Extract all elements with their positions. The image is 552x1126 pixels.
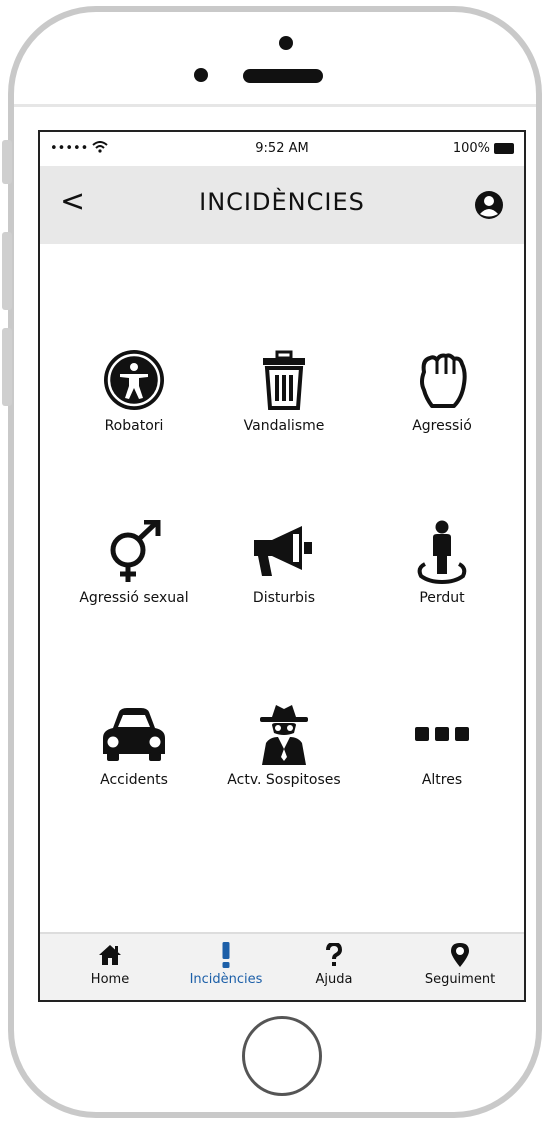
camera	[279, 36, 293, 50]
page-title: INCIDÈNCIES	[199, 188, 365, 216]
mute-switch	[2, 140, 12, 184]
category-agressio[interactable]: Agressió	[362, 348, 522, 434]
gender-icon	[110, 520, 161, 582]
tab-ajuda[interactable]: Ajuda	[284, 942, 384, 987]
person-location-icon	[417, 520, 467, 584]
category-label: Perdut	[419, 590, 465, 606]
status-bar: ••••• 9:52 AM 100%	[40, 132, 524, 166]
battery-indicator: 100%	[453, 141, 514, 156]
home-icon	[99, 945, 121, 965]
category-label: Disturbis	[252, 590, 316, 606]
exclamation-icon	[222, 942, 230, 968]
tab-seguiment[interactable]: Seguiment	[410, 942, 510, 987]
category-label: Agressió	[412, 418, 472, 434]
megaphone-icon	[254, 526, 312, 576]
category-perdut[interactable]: Perdut	[362, 520, 522, 606]
phone-bezel-line	[14, 104, 536, 107]
accessibility-icon	[104, 350, 164, 410]
volume-down-button	[2, 328, 12, 406]
speaker	[243, 69, 323, 83]
category-label: Accidents	[100, 772, 168, 788]
spy-icon	[260, 705, 308, 765]
app-header: < INCIDÈNCIES	[40, 166, 524, 244]
question-icon	[326, 943, 342, 966]
car-icon	[103, 708, 165, 761]
user-profile-icon[interactable]	[474, 190, 504, 220]
category-label: Altres	[421, 772, 463, 788]
category-agressio-sexual[interactable]: Agressió sexual	[54, 520, 214, 606]
tab-incidencies[interactable]: Incidències	[176, 942, 276, 987]
category-label: Robatori	[104, 418, 164, 434]
category-altres[interactable]: Altres	[362, 702, 522, 788]
trash-icon	[263, 350, 305, 410]
category-label: Agressió sexual	[79, 590, 189, 606]
map-pin-icon	[451, 943, 469, 967]
fist-icon	[420, 353, 467, 408]
volume-up-button	[2, 232, 12, 310]
home-hardware-button[interactable]	[242, 1016, 322, 1096]
tab-label: Seguiment	[424, 972, 496, 987]
category-disturbis[interactable]: Disturbis	[204, 520, 364, 606]
category-accidents[interactable]: Accidents	[54, 702, 214, 788]
tab-label: Home	[90, 972, 130, 987]
bottom-tab-bar: Home Incidències Ajuda Seguiment	[40, 932, 524, 1000]
category-label: Actv. Sospitoses	[227, 772, 341, 788]
sensor	[194, 68, 208, 82]
tab-label: Ajuda	[315, 972, 353, 987]
tab-home[interactable]: Home	[60, 942, 160, 987]
category-label: Vandalisme	[243, 418, 325, 434]
screen: ••••• 9:52 AM 100% < INCIDÈNCIES Robator…	[38, 130, 526, 1002]
category-vandalisme[interactable]: Vandalisme	[204, 348, 364, 434]
status-time: 9:52 AM	[255, 141, 309, 156]
battery-icon	[494, 143, 514, 154]
more-icon	[415, 727, 469, 741]
category-robatori[interactable]: Robatori	[54, 348, 214, 434]
category-actv-sospitoses[interactable]: Actv. Sospitoses	[204, 702, 364, 788]
tab-label: Incidències	[189, 972, 263, 987]
battery-percent: 100%	[452, 141, 490, 156]
